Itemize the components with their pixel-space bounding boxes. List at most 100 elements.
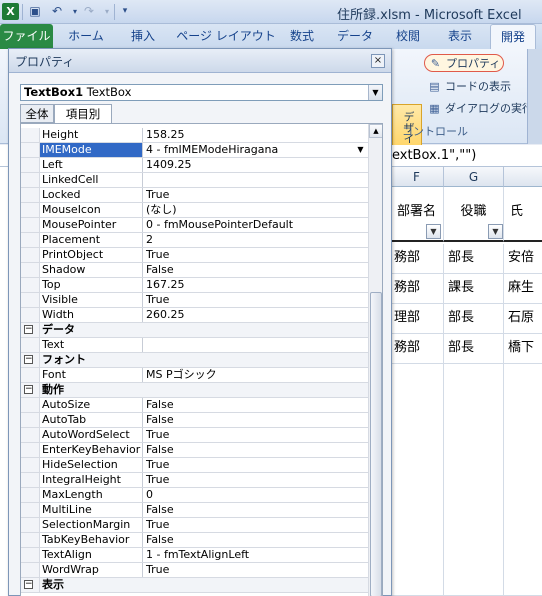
- property-row[interactable]: TabKeyBehavior False: [21, 533, 368, 548]
- property-value[interactable]: True: [143, 473, 368, 487]
- collapse-icon[interactable]: −: [24, 385, 33, 394]
- property-name[interactable]: Top: [40, 278, 143, 292]
- table-cell[interactable]: 部長: [444, 334, 504, 364]
- scroll-up-icon[interactable]: ▲: [369, 124, 382, 138]
- property-grid[interactable]: Height 158.25 IMEMode 4 - fmIMEModeHiragana…: [20, 123, 383, 596]
- property-row[interactable]: SelectionMargin True: [21, 518, 368, 533]
- tab-developer[interactable]: 開発: [490, 24, 536, 49]
- property-name[interactable]: MousePointer: [40, 218, 143, 232]
- property-row[interactable]: WordWrap True: [21, 563, 368, 578]
- property-value[interactable]: 4 - fmIMEModeHiragana ▼: [143, 143, 368, 157]
- property-row[interactable]: Placement 2: [21, 233, 368, 248]
- property-value[interactable]: False: [143, 413, 368, 427]
- save-icon[interactable]: ▣: [26, 3, 44, 20]
- property-value[interactable]: 158.25: [143, 128, 368, 142]
- chevron-down-icon[interactable]: ▼: [354, 143, 367, 156]
- filter-dropdown-icon[interactable]: ▼: [488, 224, 503, 239]
- properties-titlebar[interactable]: プロパティ ×: [9, 49, 391, 73]
- ribbon-scrollbar[interactable]: [527, 49, 542, 144]
- property-row[interactable]: Top 167.25: [21, 278, 368, 293]
- property-name[interactable]: PrintObject: [40, 248, 143, 262]
- formula-text[interactable]: extBox.1",""): [392, 148, 476, 163]
- property-row[interactable]: Locked True: [21, 188, 368, 203]
- property-row[interactable]: Width 260.25: [21, 308, 368, 323]
- property-value[interactable]: True: [143, 563, 368, 577]
- property-row[interactable]: AutoSize False: [21, 398, 368, 413]
- property-row[interactable]: PrintObject True: [21, 248, 368, 263]
- property-row[interactable]: AutoWordSelect True: [21, 428, 368, 443]
- table-cell[interactable]: [504, 364, 542, 596]
- tab-view[interactable]: 表示: [436, 24, 484, 49]
- property-value[interactable]: True: [143, 428, 368, 442]
- property-scrollbar[interactable]: ▲: [368, 124, 382, 596]
- table-cell[interactable]: 務部: [390, 244, 444, 274]
- property-row[interactable]: MouseIcon (なし): [21, 203, 368, 218]
- property-row[interactable]: HideSelection True: [21, 458, 368, 473]
- property-name[interactable]: HideSelection: [40, 458, 143, 472]
- property-name[interactable]: IntegralHeight: [40, 473, 143, 487]
- table-cell[interactable]: [444, 364, 504, 596]
- property-name[interactable]: TextAlign: [40, 548, 143, 562]
- view-code-button[interactable]: ▤ コードの表示: [424, 77, 514, 95]
- property-name[interactable]: SelectionMargin: [40, 518, 143, 532]
- property-value[interactable]: 260.25: [143, 308, 368, 322]
- collapse-icon[interactable]: −: [24, 580, 33, 589]
- collapse-icon[interactable]: −: [24, 355, 33, 364]
- property-row[interactable]: Shadow False: [21, 263, 368, 278]
- property-category-row[interactable]: − 動作: [21, 383, 368, 398]
- filter-dropdown-icon[interactable]: ▼: [426, 224, 441, 239]
- table-cell[interactable]: 部長: [444, 244, 504, 274]
- property-category-row[interactable]: − フォント: [21, 353, 368, 368]
- property-row[interactable]: EnterKeyBehavior False: [21, 443, 368, 458]
- property-value[interactable]: True: [143, 458, 368, 472]
- property-name[interactable]: AutoSize: [40, 398, 143, 412]
- property-name[interactable]: Width: [40, 308, 143, 322]
- property-value[interactable]: 167.25: [143, 278, 368, 292]
- tab-home[interactable]: ホーム: [60, 24, 112, 49]
- redo-icon[interactable]: ↷: [80, 3, 98, 20]
- object-selector[interactable]: TextBox1 TextBox ▼: [20, 84, 383, 101]
- property-name[interactable]: MouseIcon: [40, 203, 143, 217]
- tab-insert[interactable]: 挿入: [118, 24, 168, 49]
- property-row[interactable]: IMEMode 4 - fmIMEModeHiragana ▼: [21, 143, 368, 158]
- table-cell[interactable]: 課長: [444, 274, 504, 304]
- table-cell[interactable]: 理部: [390, 304, 444, 334]
- property-name[interactable]: IMEMode: [40, 143, 143, 157]
- property-value[interactable]: 0 - fmMousePointerDefault: [143, 218, 368, 232]
- property-value[interactable]: True: [143, 188, 368, 202]
- property-row[interactable]: LinkedCell: [21, 173, 368, 188]
- property-name[interactable]: Font: [40, 368, 143, 382]
- undo-icon[interactable]: ↶: [48, 3, 66, 20]
- tab-review[interactable]: 校閲: [386, 24, 430, 49]
- property-value[interactable]: 1409.25: [143, 158, 368, 172]
- property-value[interactable]: True: [143, 518, 368, 532]
- property-name[interactable]: Height: [40, 128, 143, 142]
- property-value[interactable]: 2: [143, 233, 368, 247]
- property-row[interactable]: Text: [21, 338, 368, 353]
- property-row[interactable]: TextAlign 1 - fmTextAlignLeft: [21, 548, 368, 563]
- property-value[interactable]: True: [143, 248, 368, 262]
- customize-qat-icon[interactable]: ▾: [116, 3, 134, 20]
- property-name[interactable]: Shadow: [40, 263, 143, 277]
- property-row[interactable]: MaxLength 0: [21, 488, 368, 503]
- property-value[interactable]: [143, 338, 368, 352]
- properties-button[interactable]: ✎ プロパティ: [424, 54, 505, 72]
- property-value[interactable]: False: [143, 533, 368, 547]
- property-row[interactable]: AutoTab False: [21, 413, 368, 428]
- property-value[interactable]: MS Pゴシック: [143, 368, 368, 382]
- column-header-h[interactable]: [504, 167, 542, 187]
- property-name[interactable]: Locked: [40, 188, 143, 202]
- property-row[interactable]: IntegralHeight True: [21, 473, 368, 488]
- property-value[interactable]: False: [143, 443, 368, 457]
- table-cell[interactable]: 石原: [504, 304, 542, 334]
- property-name[interactable]: EnterKeyBehavior: [40, 443, 143, 457]
- close-icon[interactable]: ×: [371, 54, 385, 68]
- property-value[interactable]: False: [143, 398, 368, 412]
- property-name[interactable]: MultiLine: [40, 503, 143, 517]
- tab-data[interactable]: データ: [330, 24, 380, 49]
- header-name[interactable]: 氏: [504, 187, 542, 242]
- property-name[interactable]: AutoTab: [40, 413, 143, 427]
- property-name[interactable]: LinkedCell: [40, 173, 143, 187]
- tab-formulas[interactable]: 数式: [280, 24, 324, 49]
- column-header-g[interactable]: G: [444, 167, 504, 187]
